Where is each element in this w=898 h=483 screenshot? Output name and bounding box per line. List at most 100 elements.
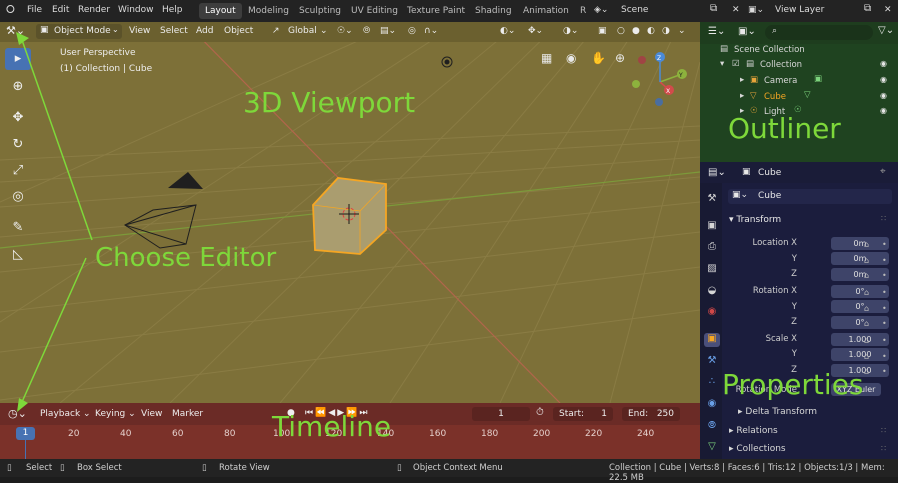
rotate-tool-icon[interactable]: ↻ [5,134,31,156]
data-tab-icon[interactable]: ▽ [704,441,720,455]
location-x-field[interactable]: 0m [831,237,889,250]
relations-panel[interactable]: ▸ Relations [729,426,778,436]
annotate-tool-icon[interactable]: ✎ [5,217,31,239]
mode-selector[interactable]: ▣ Object Mode ⌄ [36,24,122,39]
camera-view-icon[interactable]: ◉ [566,51,576,65]
drag-handle-icon[interactable]: ∷ [881,426,886,435]
menu-object[interactable]: Object [224,26,253,36]
menu-window[interactable]: Window [118,5,154,15]
overlays-icon[interactable]: ◑⌄ [563,26,578,36]
solid-shading-icon[interactable]: ● [632,26,640,36]
3d-viewport[interactable]: Y X Z User Perspective (1) Collection | … [0,22,700,403]
visibility-icon[interactable]: ◐⌄ [500,26,515,36]
pan-hand-icon[interactable]: ✋ [591,51,606,65]
falloff-icon[interactable]: ∩⌄ [424,26,438,36]
view-layer-icon[interactable]: ▣⌄ [748,5,764,15]
pivot-icon[interactable]: ☉⌄ [337,26,353,36]
menu-marker[interactable]: Marker [172,409,203,419]
lock-icon[interactable]: ⌂ ⌂ ⌂ [864,237,869,284]
collections-panel[interactable]: ▸ Collections [729,444,786,454]
menu-timeline-view[interactable]: View [141,409,162,419]
snap-icon[interactable]: ⦾ [363,26,370,36]
menu-keying[interactable]: Keying ⌄ [95,409,136,419]
timeline-editor-type-icon[interactable]: ◷⌄ [8,407,27,420]
tab-sculpting[interactable]: Sculpting [293,3,347,19]
keyframe-dot-icon[interactable]: • • • [882,285,887,332]
transform-tool-icon[interactable]: ◎ [5,186,31,208]
editor-type-icon[interactable]: ⚒⌄ [6,24,25,37]
cursor-tool-icon[interactable]: ⊕ [5,76,31,98]
transform-panel-header[interactable]: ▾ Transform [729,215,781,225]
blender-logo-icon[interactable]: ⭘ [6,3,15,17]
measure-tool-icon[interactable]: ◺ [5,244,31,266]
tab-texture-paint[interactable]: Texture Paint [401,3,471,19]
menu-playback[interactable]: Playback ⌄ [40,409,91,419]
start-frame-field[interactable]: Start: 1 [553,407,613,421]
menu-edit[interactable]: Edit [52,5,69,15]
outliner-row-scene-collection[interactable]: ▤ Scene Collection [700,43,898,58]
drag-handle-icon[interactable]: ∷ [881,444,886,453]
outliner-row-collection[interactable]: ▾ ☑ ▤ Collection [700,58,898,73]
close-view-layer-icon[interactable]: ✕ [884,5,892,15]
new-scene-icon[interactable]: ⧉ [710,3,717,14]
rotation-y-field[interactable]: 0° [831,300,889,313]
tab-more[interactable]: R [574,3,592,19]
menu-view[interactable]: View [129,26,150,36]
scene-icon[interactable]: ◈⌄ [594,5,608,15]
tab-shading[interactable]: Shading [469,3,518,19]
scale-x-field[interactable]: 1.000 [831,333,889,346]
pin-icon[interactable]: ⌖ [880,166,886,177]
rotation-z-field[interactable]: 0° [831,316,889,329]
rotation-x-field[interactable]: 0° [831,285,889,298]
rendered-shading-icon[interactable]: ◑ [662,26,670,36]
orientation-icon[interactable]: ↗ [272,26,280,36]
move-tool-icon[interactable]: ✥ [5,107,31,129]
location-y-field[interactable]: 0m [831,252,889,265]
select-box-tool-icon[interactable]: ▸ [5,48,31,70]
proportional-edit-icon[interactable]: ◎ [408,26,416,36]
scale-y-field[interactable]: 1.000 [831,348,889,361]
menu-render[interactable]: Render [78,5,110,15]
menu-add[interactable]: Add [196,26,213,36]
grid-view-icon[interactable]: ▦ [541,51,552,65]
constraints-tab-icon[interactable]: ⦾ [704,420,720,434]
object-name-field[interactable]: ▣⌄ Cube [728,189,892,204]
transform-orientation[interactable]: Global [288,26,317,36]
menu-select[interactable]: Select [160,26,188,36]
close-scene-icon[interactable]: ✕ [732,5,740,15]
lock-icon[interactable]: ⌂ ⌂ ⌂ [864,333,869,380]
menu-file[interactable]: File [27,5,42,15]
tab-animation[interactable]: Animation [517,3,575,19]
keyframe-dot-icon[interactable]: • • • [882,237,887,284]
visibility-eye-icon[interactable]: ◉ [880,75,887,84]
material-shading-icon[interactable]: ◐ [647,26,655,36]
visibility-eye-icon[interactable]: ◉ [880,59,887,68]
lock-icon[interactable]: ⌂ ⌂ ⌂ [864,285,869,332]
location-z-field[interactable]: 0m [831,268,889,281]
properties-editor-type-icon[interactable]: ▤⌄ [708,167,726,178]
scene-name[interactable]: Scene [621,5,648,15]
delta-transform-panel[interactable]: ▸ Delta Transform [738,407,817,417]
wireframe-shading-icon[interactable]: ○ [617,26,625,36]
end-frame-field[interactable]: End: 250 [622,407,680,421]
tool-tab-icon[interactable]: ⚒ [704,193,720,207]
playhead-frame[interactable]: 1 [16,427,35,440]
xray-icon[interactable]: ▣ [598,26,607,36]
filter-icon[interactable]: ▽⌄ [878,25,894,36]
tab-modeling[interactable]: Modeling [242,3,295,19]
outliner-row-camera[interactable]: ▸ ▣ Camera ▣ [700,74,898,89]
outliner-editor-type-icon[interactable]: ☰⌄ [708,26,725,37]
current-frame-field[interactable]: 1 [472,407,530,421]
tab-layout[interactable]: Layout [199,3,242,19]
zoom-icon[interactable]: ⊕ [615,51,625,65]
drag-handle-icon[interactable]: ∷ [881,214,886,223]
render-tab-icon[interactable]: ▣ [704,220,720,234]
tab-uv-editing[interactable]: UV Editing [345,3,404,19]
scale-tool-icon[interactable]: ⤢ [5,160,31,182]
menu-help[interactable]: Help [162,5,183,15]
shading-options-icon[interactable]: ⌄ [678,26,686,36]
visibility-eye-icon[interactable]: ◉ [880,106,887,115]
keyframe-dot-icon[interactable]: • • • [882,333,887,380]
physics-tab-icon[interactable]: ◉ [704,398,720,412]
snap-target-icon[interactable]: ▤⌄ [380,26,396,36]
